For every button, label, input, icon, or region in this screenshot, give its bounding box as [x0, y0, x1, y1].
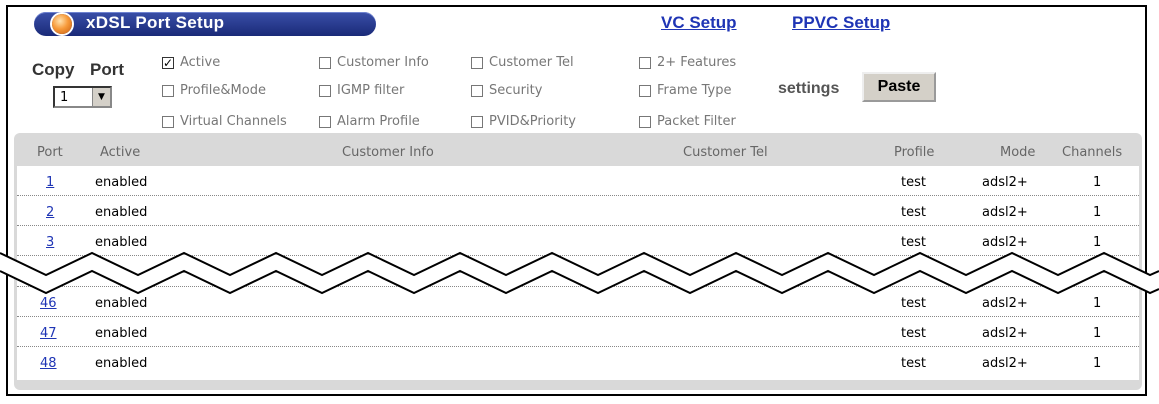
port-link[interactable]: 48 — [40, 356, 57, 371]
checkbox-box[interactable] — [319, 56, 331, 69]
checkbox-box[interactable] — [471, 84, 483, 97]
copy-port-value: 1 — [60, 89, 69, 105]
port-label: Port — [90, 60, 124, 79]
checkbox-packet-filter[interactable]: Packet Filter — [639, 114, 736, 129]
cell-channels: 1 — [1093, 175, 1102, 190]
cell-profile: test — [901, 175, 926, 190]
cell-channels: 1 — [1093, 205, 1102, 220]
checkbox-pvid-priority[interactable]: PVID&Priority — [471, 114, 576, 129]
checkbox-security[interactable]: Security — [471, 83, 542, 98]
checkbox-virtual-channels[interactable]: Virtual Channels — [162, 114, 287, 129]
col-header-channels: Channels — [1062, 145, 1123, 160]
cell-active: enabled — [95, 356, 148, 371]
cell-channels: 1 — [1093, 326, 1102, 341]
col-header-mode: Mode — [1000, 145, 1036, 160]
cell-profile: test — [901, 205, 926, 220]
checkbox-box[interactable] — [471, 56, 483, 69]
checkbox-2plus-features[interactable]: 2+ Features — [639, 55, 736, 70]
checkbox-box[interactable] — [639, 56, 651, 69]
checkbox-label: Packet Filter — [657, 114, 736, 129]
port-link[interactable]: 2 — [46, 205, 54, 220]
checkbox-box[interactable] — [319, 84, 331, 97]
checkbox-box[interactable] — [162, 115, 174, 128]
checkbox-profile-mode[interactable]: Profile&Mode — [162, 83, 266, 98]
chevron-down-icon[interactable]: ▼ — [92, 88, 110, 106]
port-link[interactable]: 47 — [40, 326, 57, 341]
port-link[interactable]: 1 — [46, 175, 54, 190]
cell-profile: test — [901, 326, 926, 341]
copy-label: Copy — [32, 60, 75, 79]
cell-profile: test — [901, 356, 926, 371]
checkbox-label: Customer Tel — [489, 55, 574, 70]
cell-active: enabled — [95, 326, 148, 341]
checkbox-label: 2+ Features — [657, 55, 737, 70]
col-header-port: Port — [37, 145, 63, 160]
checkbox-label: PVID&Priority — [489, 114, 576, 129]
cell-mode: adsl2+ — [982, 175, 1028, 190]
checkbox-label: Frame Type — [657, 83, 732, 98]
copy-port-select[interactable]: 1 ▼ — [53, 86, 112, 108]
checkbox-box[interactable] — [471, 115, 483, 128]
checkbox-customer-tel[interactable]: Customer Tel — [471, 55, 574, 70]
col-header-customer-info: Customer Info — [342, 145, 434, 160]
cell-mode: adsl2+ — [982, 296, 1028, 311]
page-title: xDSL Port Setup — [86, 13, 225, 32]
vc-setup-link[interactable]: VC Setup — [661, 13, 737, 33]
checkbox-customer-info[interactable]: Customer Info — [319, 55, 429, 70]
cell-active: enabled — [95, 175, 148, 190]
cell-active: enabled — [95, 296, 148, 311]
checkbox-box[interactable] — [162, 84, 174, 97]
checkbox-box[interactable]: ✓ — [162, 56, 174, 69]
cell-active: enabled — [95, 205, 148, 220]
row-divider — [17, 225, 1139, 226]
checkbox-label: Active — [180, 55, 221, 70]
paste-button[interactable]: Paste — [862, 72, 936, 102]
row-divider — [17, 346, 1139, 347]
cell-profile: test — [901, 296, 926, 311]
checkbox-label: Security — [489, 83, 543, 98]
orb-icon — [52, 14, 72, 34]
cell-mode: adsl2+ — [982, 205, 1028, 220]
checkbox-active[interactable]: ✓ Active — [162, 55, 220, 70]
cell-channels: 1 — [1093, 356, 1102, 371]
checkbox-label: Virtual Channels — [180, 114, 287, 129]
checkbox-box[interactable] — [319, 115, 331, 128]
checkbox-alarm-profile[interactable]: Alarm Profile — [319, 114, 420, 129]
checkbox-label: IGMP filter — [337, 83, 405, 98]
checkbox-igmp-filter[interactable]: IGMP filter — [319, 83, 404, 98]
settings-label: settings — [778, 80, 840, 97]
checkbox-label: Alarm Profile — [337, 114, 420, 129]
col-header-profile: Profile — [894, 145, 935, 160]
row-divider — [17, 195, 1139, 196]
port-link[interactable]: 46 — [40, 296, 57, 311]
cell-mode: adsl2+ — [982, 356, 1028, 371]
col-header-active: Active — [100, 145, 141, 160]
table-break-divider — [0, 251, 1159, 295]
checkbox-box[interactable] — [639, 84, 651, 97]
cell-mode: adsl2+ — [982, 326, 1028, 341]
row-divider — [17, 316, 1139, 317]
checkbox-box[interactable] — [639, 115, 651, 128]
checkbox-label: Customer Info — [337, 55, 429, 70]
checkbox-label: Profile&Mode — [180, 83, 266, 98]
cell-channels: 1 — [1093, 296, 1102, 311]
ppvc-setup-link[interactable]: PPVC Setup — [792, 13, 890, 33]
checkbox-frame-type[interactable]: Frame Type — [639, 83, 732, 98]
col-header-customer-tel: Customer Tel — [683, 145, 768, 160]
